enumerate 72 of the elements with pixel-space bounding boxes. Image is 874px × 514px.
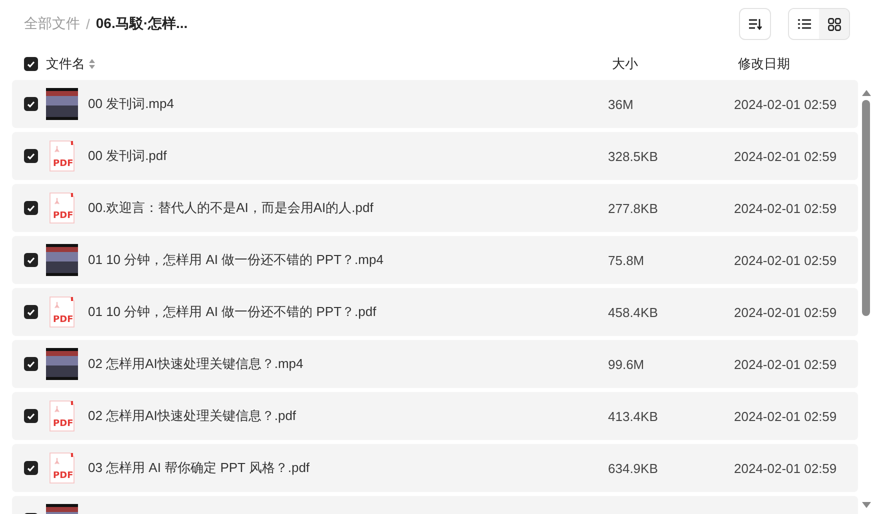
date-column-header: 修改日期 <box>738 55 791 73</box>
video-thumbnail <box>46 348 78 380</box>
scrollbar-thumb[interactable] <box>862 100 870 316</box>
file-size: 328.5KB <box>608 148 659 164</box>
file-name: 03 怎样用 AI 帮你确定 PPT 风格？.pdf <box>88 459 311 477</box>
file-row[interactable]: 00 发刊词.mp4 36M 2024-02-01 02:59 <box>12 80 858 128</box>
check-icon <box>27 360 35 368</box>
modified-date: 2024-02-01 02:59 <box>734 200 838 216</box>
modified-date: 2024-02-01 02:59 <box>734 252 838 268</box>
file-row[interactable]: PDF 00 发刊词.pdf 328.5KB 2024-02-01 02:59 <box>12 132 858 180</box>
row-checkbox[interactable] <box>24 305 38 319</box>
sort-icon <box>748 18 762 30</box>
modified-date: 2024-02-01 02:59 <box>734 460 838 476</box>
pdf-file-icon: PDF <box>49 400 75 432</box>
size-column-header: 大小 <box>612 55 639 73</box>
file-name: 01 10 分钟，怎样用 AI 做一份还不错的 PPT？.mp4 <box>88 251 384 269</box>
file-row[interactable]: PDF 03 怎样用 AI 帮你确定 PPT 风格？.pdf 634.9KB 2024-02-01 02:59 <box>12 444 858 492</box>
file-size: 413.4KB <box>608 408 659 424</box>
breadcrumb-separator: / <box>86 16 90 32</box>
pdf-file-icon: PDF <box>49 140 75 172</box>
file-row[interactable]: 02 怎样用AI快速处理关键信息？.mp4 99.6M 2024-02-01 02:59 <box>12 340 858 388</box>
video-thumbnail <box>46 88 78 120</box>
scroll-down-icon[interactable] <box>862 502 870 508</box>
modified-date: 2024-02-01 02:59 <box>734 304 838 320</box>
sort-arrows-icon[interactable] <box>89 59 95 69</box>
file-size: 634.9KB <box>608 460 659 476</box>
name-column-header[interactable]: 文件名 <box>46 55 85 73</box>
check-icon <box>27 204 35 212</box>
check-icon <box>27 308 35 316</box>
file-row[interactable]: PDF 01 10 分钟，怎样用 AI 做一份还不错的 PPT？.pdf 458.4KB 2024-02-01 02:59 <box>12 288 858 336</box>
pdf-file-icon: PDF <box>49 452 75 484</box>
modified-date: 2024-02-01 02:59 <box>734 96 838 112</box>
list-icon <box>798 19 810 29</box>
file-size: 75.8M <box>608 252 646 268</box>
file-name: 02 怎样用AI快速处理关键信息？.pdf <box>88 407 298 425</box>
file-name: 01 10 分钟，怎样用 AI 做一份还不错的 PPT？.pdf <box>88 303 378 321</box>
pdf-file-icon: PDF <box>49 296 75 328</box>
modified-date: 2024-02-01 02:59 <box>734 408 838 424</box>
file-name: 00.欢迎言：替代人的不是AI，而是会用AI的人.pdf <box>88 199 374 217</box>
file-row[interactable]: PDF 02 怎样用AI快速处理关键信息？.pdf 413.4KB 2024-02-01 02:59 <box>12 392 858 440</box>
row-checkbox[interactable] <box>24 461 38 475</box>
file-size: 277.8KB <box>608 200 659 216</box>
check-icon <box>27 100 35 108</box>
scroll-up-icon[interactable] <box>862 90 870 96</box>
video-thumbnail <box>46 244 78 276</box>
row-checkbox[interactable] <box>24 201 38 215</box>
check-icon <box>27 256 35 264</box>
row-checkbox[interactable] <box>24 149 38 163</box>
check-icon <box>27 60 35 68</box>
breadcrumb-item[interactable]: 06.马駁·怎样... <box>96 15 188 33</box>
file-row[interactable]: PDF 00.欢迎言：替代人的不是AI，而是会用AI的人.pdf 277.8KB 2024-02-01 02:59 <box>12 184 858 232</box>
file-name: 00 发刊词.mp4 <box>88 95 175 113</box>
pdf-file-icon: PDF <box>49 192 75 224</box>
check-icon <box>27 152 35 160</box>
modified-date: 2024-02-01 02:59 <box>734 148 838 164</box>
row-checkbox[interactable] <box>24 409 38 423</box>
row-checkbox[interactable] <box>24 253 38 267</box>
select-all-checkbox[interactable] <box>24 57 38 71</box>
file-size: 99.6M <box>608 356 646 372</box>
grid-icon <box>828 18 840 30</box>
file-name: 02 怎样用AI快速处理关键信息？.mp4 <box>88 355 304 373</box>
row-checkbox[interactable] <box>24 97 38 111</box>
row-checkbox[interactable] <box>24 357 38 371</box>
file-row[interactable]: 01 10 分钟，怎样用 AI 做一份还不错的 PPT？.mp4 75.8M 2024-02-01 02:59 <box>12 236 858 284</box>
check-icon <box>27 464 35 472</box>
file-size: 458.4KB <box>608 304 659 320</box>
file-size: 36M <box>608 96 634 112</box>
modified-date: 2024-02-01 02:59 <box>734 356 838 372</box>
file-name: 00 发刊词.pdf <box>88 147 168 165</box>
check-icon <box>27 412 35 420</box>
sort-button[interactable] <box>739 8 771 40</box>
view-mode-button[interactable] <box>819 9 849 39</box>
